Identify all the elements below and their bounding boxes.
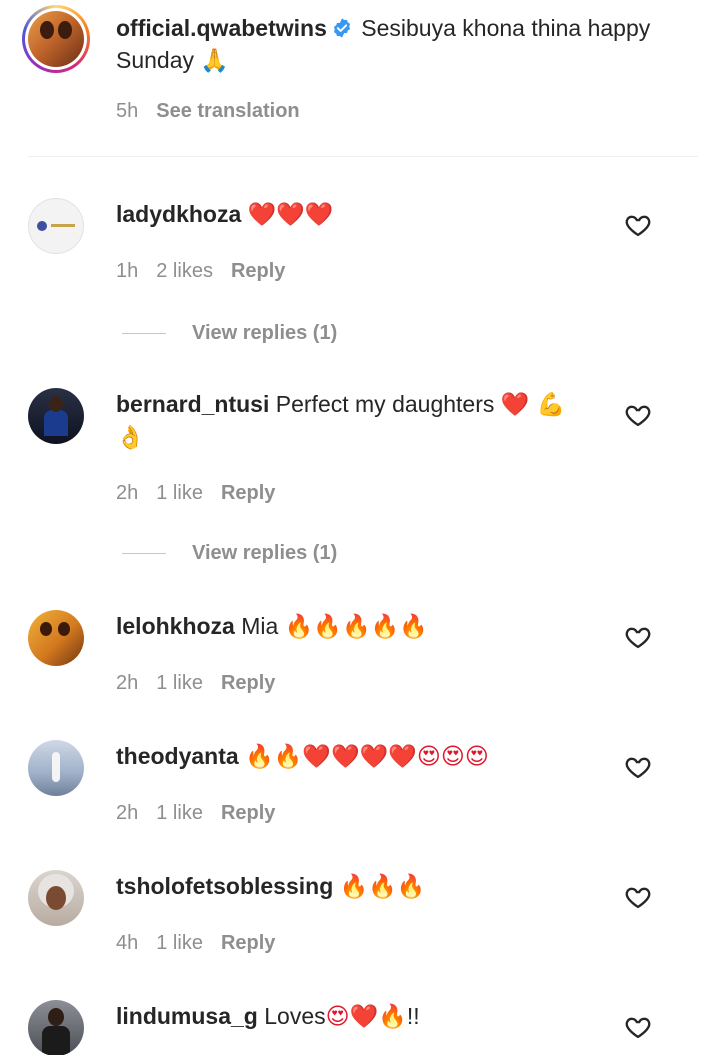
story-ring-avatar[interactable] (22, 5, 90, 73)
comment-time: 4h (116, 932, 139, 954)
verified-badge-icon (333, 18, 350, 38)
like-heart-icon[interactable] (624, 753, 652, 781)
comment-username[interactable]: tsholofetsoblessing (116, 873, 333, 899)
comment-username[interactable]: theodyanta (116, 743, 239, 769)
like-heart-icon[interactable] (624, 211, 652, 239)
comment-text: Perfect my daughters (275, 391, 495, 417)
reply-button[interactable]: Reply (221, 932, 275, 954)
avatar[interactable] (28, 388, 84, 444)
reply-button[interactable]: Reply (221, 672, 275, 694)
like-heart-icon[interactable] (624, 1013, 652, 1041)
reply-button[interactable]: Reply (221, 482, 275, 504)
comment-time: 2h (116, 672, 139, 694)
comment-likes[interactable]: 1 like (156, 672, 203, 694)
post-author-username[interactable]: official.qwabetwins (116, 15, 327, 41)
comment-time: 2h (116, 802, 139, 824)
like-heart-icon[interactable] (624, 623, 652, 651)
like-heart-icon[interactable] (624, 401, 652, 429)
see-translation-link[interactable]: See translation (156, 100, 299, 122)
avatar (28, 11, 84, 67)
comment-likes[interactable]: 1 like (156, 482, 203, 504)
comment-text: Mia (241, 613, 279, 639)
caption-text-2: Sunday (116, 47, 195, 73)
comment-emoji: ❤️ 💪 (500, 392, 566, 418)
divider (28, 156, 698, 157)
comment-emoji: 😍❤️🔥 (325, 1004, 407, 1030)
comment-suffix: !! (406, 1003, 420, 1029)
comment-time: 2h (116, 482, 139, 504)
pray-emoji: 🙏 (200, 48, 230, 74)
caption-text: Sesibuya khona thina happy (361, 15, 651, 41)
comment-likes[interactable]: 1 like (156, 932, 203, 954)
avatar[interactable] (28, 610, 84, 666)
comment-likes[interactable]: 1 like (156, 802, 203, 824)
like-heart-icon[interactable] (624, 883, 652, 911)
comment-text: Loves (264, 1003, 326, 1029)
comment-username[interactable]: ladydkhoza (116, 201, 241, 227)
post-caption: official.qwabetwins Sesibuya khona thina… (0, 0, 720, 160)
reply-button[interactable]: Reply (221, 802, 275, 824)
avatar[interactable] (28, 740, 84, 796)
avatar[interactable] (28, 198, 84, 254)
comment-emoji: 🔥🔥❤️❤️❤️❤️😍😍😍 (245, 744, 489, 770)
comment-username[interactable]: lindumusa_g (116, 1003, 258, 1029)
comment-emoji: ❤️❤️❤️ (247, 202, 334, 228)
comment-time: 1h (116, 260, 139, 282)
comment-likes[interactable]: 2 likes (156, 260, 213, 282)
avatar[interactable] (28, 1000, 84, 1055)
comment-emoji-2: 👌 (116, 425, 145, 451)
reply-button[interactable]: Reply (231, 260, 285, 282)
view-replies-button[interactable]: View replies (1) (122, 542, 337, 565)
comment-username[interactable]: bernard_ntusi (116, 391, 269, 417)
comment-emoji: 🔥🔥🔥 (339, 874, 426, 900)
comment-emoji: 🔥🔥🔥🔥🔥 (284, 614, 428, 640)
post-time: 5h (116, 100, 139, 122)
comment-username[interactable]: lelohkhoza (116, 613, 235, 639)
avatar[interactable] (28, 870, 84, 926)
view-replies-button[interactable]: View replies (1) (122, 322, 337, 345)
